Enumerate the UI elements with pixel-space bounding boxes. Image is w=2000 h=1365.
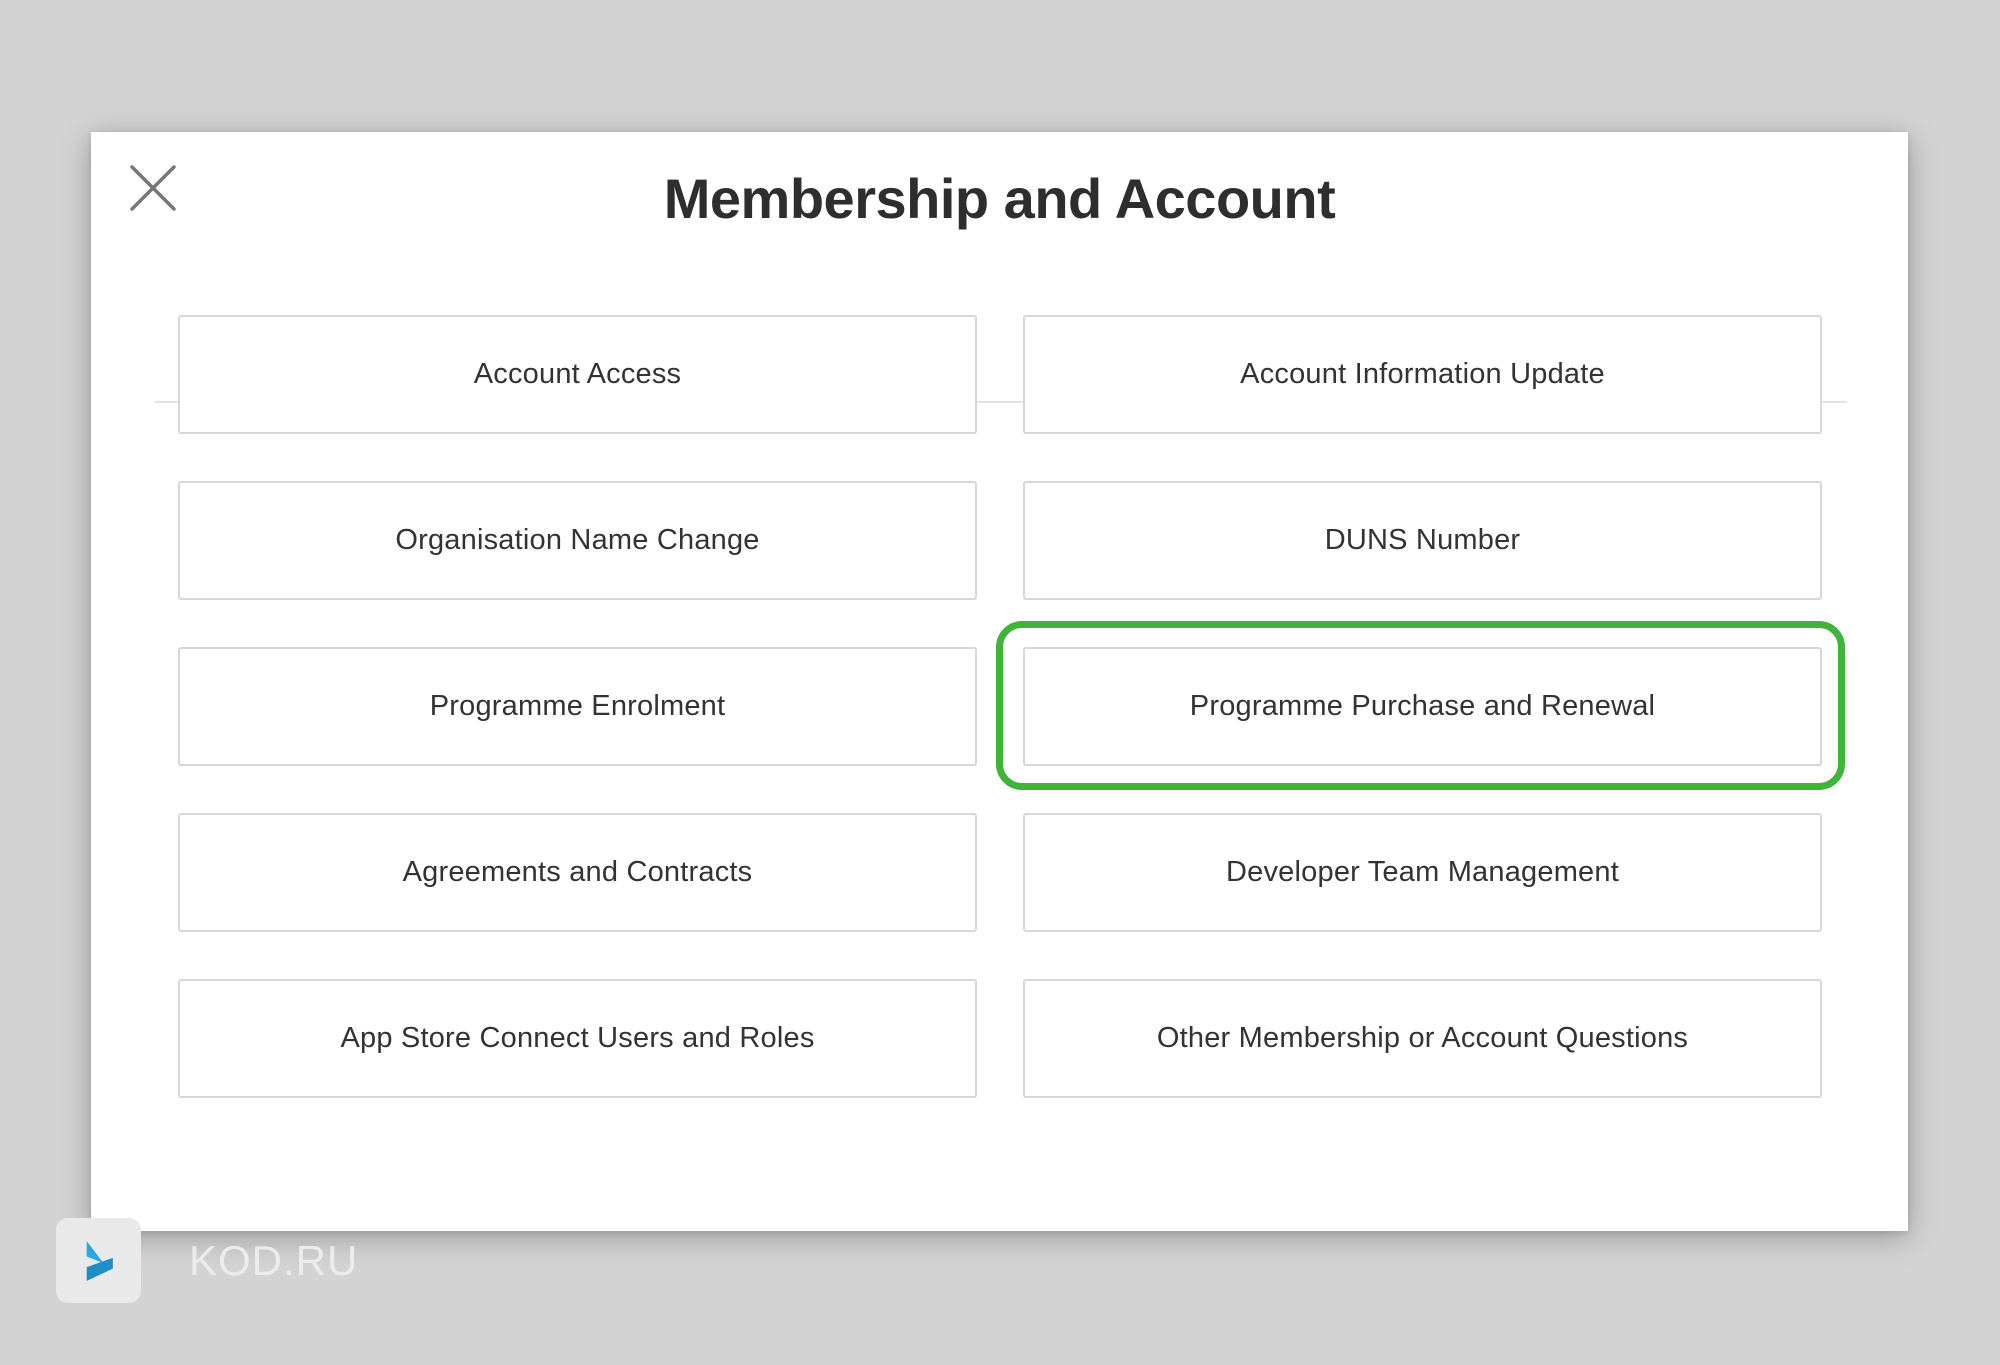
option-developer-team-management[interactable]: Developer Team Management bbox=[1023, 813, 1822, 932]
option-label: Account Access bbox=[473, 358, 682, 390]
option-programme-purchase-and-renewal[interactable]: Programme Purchase and Renewal bbox=[1023, 647, 1822, 766]
option-label: Account Information Update bbox=[1240, 358, 1605, 390]
option-label: Programme Enrolment bbox=[429, 690, 726, 722]
option-label: Programme Purchase and Renewal bbox=[1189, 690, 1656, 722]
option-label: Agreements and Contracts bbox=[402, 856, 753, 888]
option-other-membership-or-account-questions[interactable]: Other Membership or Account Questions bbox=[1023, 979, 1822, 1098]
option-label: Organisation Name Change bbox=[395, 524, 760, 556]
option-label: Other Membership or Account Questions bbox=[1156, 1022, 1689, 1054]
option-duns-number[interactable]: DUNS Number bbox=[1023, 481, 1822, 600]
option-account-access[interactable]: Account Access bbox=[178, 315, 977, 434]
watermark-text: KOD.RU bbox=[189, 1236, 359, 1284]
option-agreements-and-contracts[interactable]: Agreements and Contracts bbox=[178, 813, 977, 932]
option-label: App Store Connect Users and Roles bbox=[340, 1022, 815, 1054]
option-organisation-name-change[interactable]: Organisation Name Change bbox=[178, 481, 977, 600]
option-account-information-update[interactable]: Account Information Update bbox=[1023, 315, 1822, 434]
option-programme-enrolment[interactable]: Programme Enrolment bbox=[178, 647, 977, 766]
option-label: DUNS Number bbox=[1324, 524, 1521, 556]
option-label: Developer Team Management bbox=[1226, 856, 1619, 888]
membership-dialog: Membership and Account Account Access Ac… bbox=[91, 132, 1908, 1231]
option-app-store-connect-users-and-roles[interactable]: App Store Connect Users and Roles bbox=[178, 979, 977, 1098]
watermark: KOD.RU bbox=[56, 1218, 358, 1303]
kod-logo-icon bbox=[56, 1218, 141, 1303]
dialog-title: Membership and Account bbox=[663, 167, 1336, 230]
